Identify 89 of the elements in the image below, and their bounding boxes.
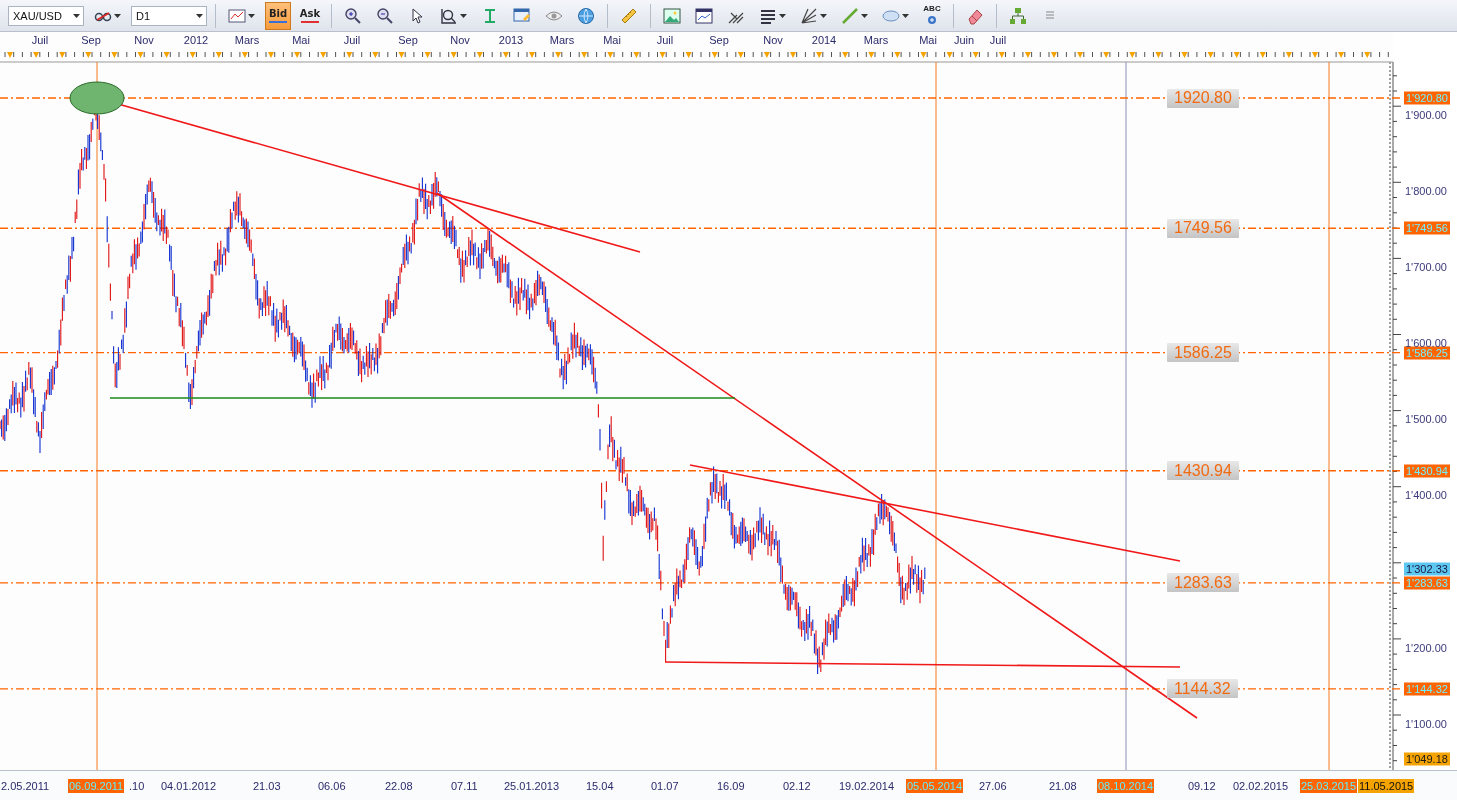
price-tag: 1'749.56 xyxy=(1404,221,1450,235)
month-label: Mars xyxy=(234,34,260,46)
price-tag: 1'049.18 xyxy=(1404,752,1450,766)
month-label: Mai xyxy=(292,34,310,46)
month-label: Nov xyxy=(134,34,154,46)
price-tag: 1'920.80 xyxy=(1404,91,1450,105)
date-label: 04.01.2012 xyxy=(160,779,218,793)
month-label: Mars xyxy=(549,34,575,46)
price-mode-button[interactable]: Bid xyxy=(265,1,291,30)
month-label: Mai xyxy=(603,34,621,46)
month-label: Juil xyxy=(656,34,674,46)
caret-icon[interactable] xyxy=(779,13,786,18)
date-label: 01.07 xyxy=(650,779,680,793)
date-label: 05.05.2014 xyxy=(906,779,964,793)
date-label: 21.03 xyxy=(252,779,282,793)
date-label: 15.04 xyxy=(585,779,615,793)
month-label: Sep xyxy=(709,34,729,46)
timeframe-dropdown[interactable]: D1 xyxy=(131,5,207,26)
caret-icon[interactable] xyxy=(73,13,80,18)
zoom-area-icon[interactable] xyxy=(440,6,458,25)
price-label: 1'900.00 xyxy=(1405,108,1447,121)
highlight-ellipse xyxy=(69,81,125,115)
level-label: 1283.63 xyxy=(1167,573,1239,593)
date-label: 02.02.2015 xyxy=(1232,779,1290,793)
chart-window-icon[interactable] xyxy=(695,6,713,25)
zoom-out-icon[interactable] xyxy=(376,6,394,25)
price-tag: 1'586.25 xyxy=(1404,346,1450,360)
level-label: 1749.56 xyxy=(1167,218,1239,238)
chart-type-icon[interactable] xyxy=(228,6,246,25)
caret-icon[interactable] xyxy=(248,13,255,18)
month-label: Mai xyxy=(919,34,937,46)
date-label: 16.09 xyxy=(716,779,746,793)
month-label: Juil xyxy=(989,34,1007,46)
month-label: 2012 xyxy=(183,34,209,46)
zoom-in-icon[interactable] xyxy=(344,6,362,25)
price-tag: 1'302.33 xyxy=(1404,562,1450,576)
price-mode-button[interactable]: Ask xyxy=(297,1,323,30)
date-label: 2.05.2011 xyxy=(0,779,51,793)
text-tool-label[interactable]: ABC xyxy=(923,3,941,13)
date-label: 25.01.2013 xyxy=(503,779,561,793)
image-icon[interactable] xyxy=(663,6,681,25)
price-label: 1'100.00 xyxy=(1405,717,1447,730)
level-label: 1586.25 xyxy=(1167,343,1239,363)
level-label: 1920.80 xyxy=(1167,88,1239,108)
month-label: Sep xyxy=(81,34,101,46)
month-label: Sep xyxy=(398,34,418,46)
ruler-icon[interactable] xyxy=(620,6,638,25)
price-label: 1'800.00 xyxy=(1405,184,1447,197)
date-label: 19.02.2014 xyxy=(838,779,896,793)
price-label: 1'700.00 xyxy=(1405,261,1447,273)
level-label: 1144.32 xyxy=(1167,679,1238,699)
month-label: Nov xyxy=(763,34,783,46)
date-label: 02.12 xyxy=(782,779,812,793)
month-label: Nov xyxy=(450,34,470,46)
price-tag: 1'283.63 xyxy=(1404,576,1450,590)
month-label: Juin xyxy=(953,34,975,46)
date-label: 25.03.2015 xyxy=(1300,779,1358,793)
fan-lines-icon[interactable] xyxy=(800,6,818,25)
month-label: Mars xyxy=(863,34,889,46)
globe-icon[interactable] xyxy=(577,6,595,25)
date-label: 07.11 xyxy=(450,779,479,793)
date-label: 08.10.2014 xyxy=(1097,779,1155,793)
level-label: 1430.94 xyxy=(1167,461,1239,481)
date-label: 27.06 xyxy=(978,779,1008,793)
month-label: 2014 xyxy=(811,34,837,46)
month-label: Juil xyxy=(31,34,49,46)
symbol-dropdown[interactable]: XAU/USD xyxy=(8,5,84,26)
price-label: 1'400.00 xyxy=(1405,489,1447,502)
date-label: .10 xyxy=(128,779,146,793)
hierarchy-icon[interactable] xyxy=(1009,6,1027,25)
caret-icon[interactable] xyxy=(114,13,121,18)
date-label: 11.05.2015 xyxy=(1358,779,1415,793)
date-label: 21.08 xyxy=(1048,779,1078,793)
date-label: 22.08 xyxy=(384,779,414,793)
date-label: 06.09.2011 xyxy=(68,779,125,793)
month-label: Juil xyxy=(343,34,361,46)
caret-icon[interactable] xyxy=(902,13,909,18)
caret-icon[interactable] xyxy=(861,13,868,18)
price-tag: 1'144.32 xyxy=(1404,682,1450,696)
price-tag: 1'430.94 xyxy=(1404,464,1450,478)
window-icon[interactable] xyxy=(513,6,531,25)
date-label: 06.06 xyxy=(317,779,347,793)
price-label: 1'200.00 xyxy=(1405,641,1447,654)
month-label: 2013 xyxy=(498,34,524,46)
date-label: 09.12 xyxy=(1187,779,1217,793)
caret-icon[interactable] xyxy=(460,13,467,18)
caret-icon[interactable] xyxy=(196,13,203,18)
price-label: 1'500.00 xyxy=(1405,413,1447,426)
caret-icon[interactable] xyxy=(820,13,827,18)
